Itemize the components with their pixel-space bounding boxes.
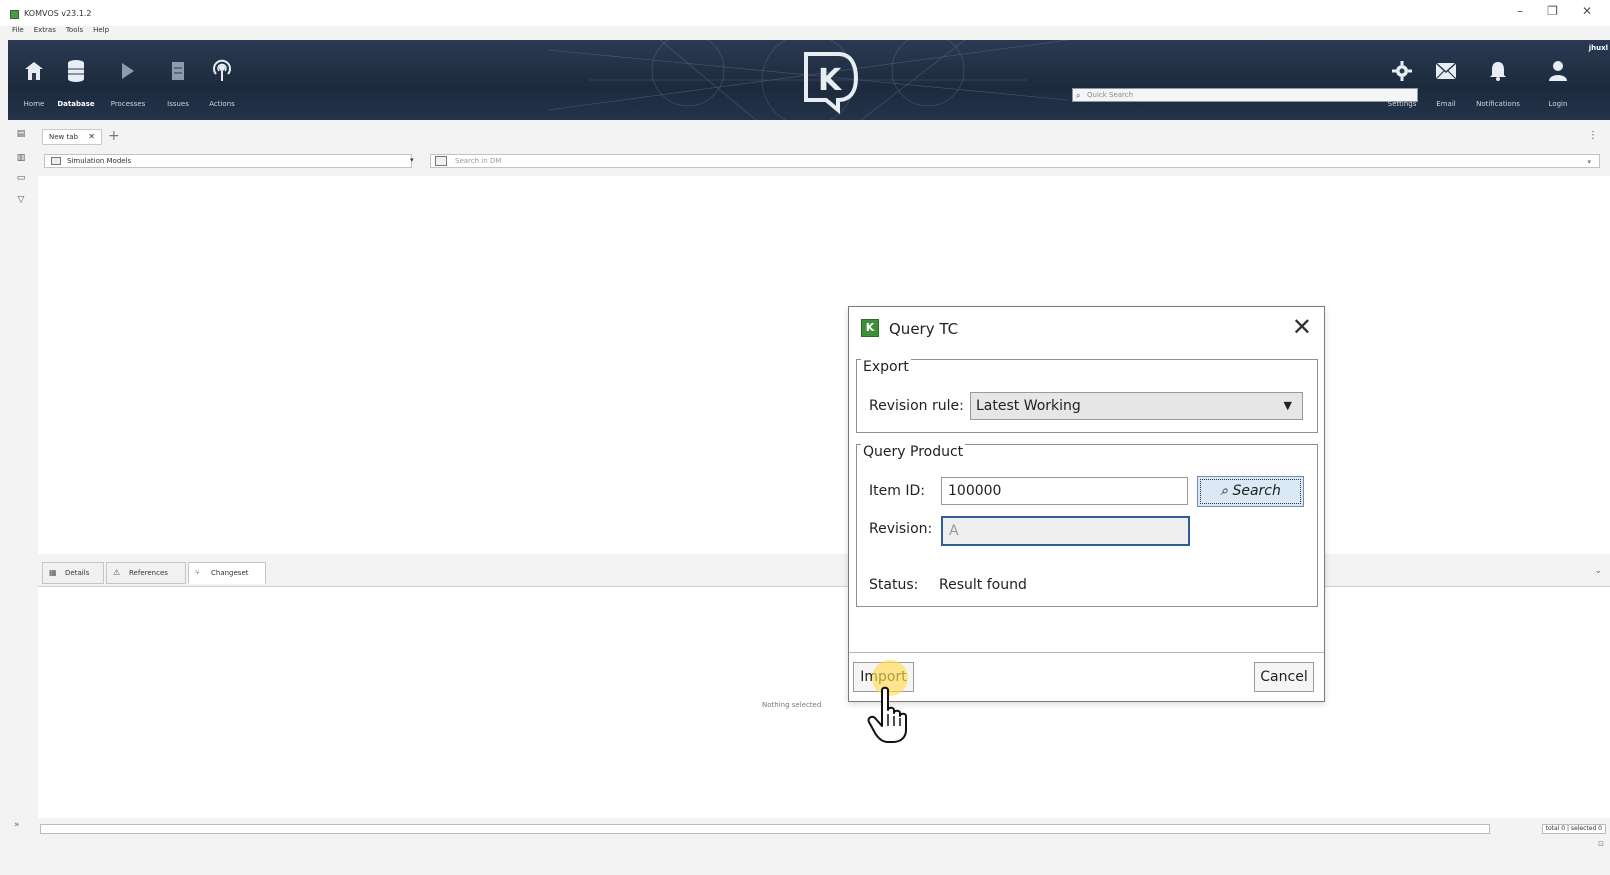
- dm-search-input[interactable]: Search in DM ▾: [430, 154, 1600, 168]
- play-icon: [117, 58, 139, 84]
- menu-help[interactable]: Help: [93, 26, 109, 34]
- dialog-title: Query TC: [889, 320, 959, 338]
- ribbon-database-button[interactable]: Database: [56, 58, 96, 114]
- dialog-app-icon: K: [861, 319, 879, 337]
- home-icon: [23, 58, 45, 84]
- details-icon: ▦: [49, 568, 57, 577]
- empty-state-text: Nothing selected: [762, 701, 822, 709]
- filter-icon[interactable]: ▽: [15, 194, 27, 206]
- folder-icon[interactable]: ▭: [15, 172, 27, 184]
- bottom-tab-bar: ▦ Details ⚠ References ⑂ Changeset ⌄: [38, 560, 1610, 586]
- minimize-button[interactable]: –: [1517, 4, 1523, 18]
- bell-icon: [1487, 58, 1509, 84]
- left-side-toolbar: ▤ ▥ ▭ ▽: [8, 120, 38, 875]
- filter-bar: Simulation Models ▾ Search in DM ▾: [38, 150, 1610, 172]
- menu-tools[interactable]: Tools: [66, 26, 83, 34]
- tab-details[interactable]: ▦ Details: [42, 562, 104, 584]
- chevron-down-icon[interactable]: ⌄: [1594, 566, 1602, 576]
- more-options-icon[interactable]: ⋮: [1588, 130, 1598, 141]
- changeset-icon: ⑂: [195, 568, 200, 577]
- panel-icon[interactable]: ▤: [15, 128, 27, 140]
- window-controls: – ❐ ✕: [1517, 4, 1592, 18]
- search-icon: [435, 156, 447, 166]
- selection-counts: total 0 | selected 0: [1541, 824, 1606, 834]
- ribbon-issues-button[interactable]: Issues: [158, 58, 198, 114]
- ribbon-actions-button[interactable]: Actions: [202, 58, 242, 114]
- main-content-area: [38, 176, 1610, 554]
- revision-input[interactable]: A: [941, 516, 1190, 546]
- close-tab-icon[interactable]: ✕: [88, 130, 95, 144]
- quick-search-input[interactable]: ⌕ Quick Search: [1072, 88, 1418, 102]
- ribbon-notifications-button[interactable]: Notifications: [1476, 58, 1520, 114]
- menu-extras[interactable]: Extras: [34, 26, 56, 34]
- revision-rule-label: Revision rule:: [869, 398, 964, 414]
- app-window: KOMVOS v23.1.2 – ❐ ✕ File Extras Tools H…: [0, 0, 1610, 875]
- status-label: Status:: [869, 577, 919, 593]
- title-bar: KOMVOS v23.1.2 – ❐ ✕: [0, 0, 1610, 26]
- ribbon-toolbar: Home Database Processes Issues Actions K…: [8, 40, 1610, 120]
- user-icon: [1547, 58, 1569, 84]
- ribbon-email-button[interactable]: Email: [1426, 58, 1466, 114]
- ribbon-login-button[interactable]: Login: [1538, 58, 1578, 114]
- status-value: Result found: [939, 577, 1027, 593]
- email-icon: [1435, 58, 1457, 84]
- ribbon-home-button[interactable]: Home: [14, 58, 54, 114]
- issues-icon: [167, 58, 189, 84]
- menu-file[interactable]: File: [12, 26, 24, 34]
- model-icon: [51, 157, 61, 165]
- expand-icon[interactable]: »: [14, 820, 20, 830]
- status-bar: » total 0 | selected 0 ⊡: [8, 818, 1610, 875]
- document-tab-bar: New tab ✕ + ⋮: [38, 128, 1610, 148]
- grip-icon: ⊡: [1598, 840, 1604, 848]
- brand-logo-icon: K: [804, 52, 859, 115]
- add-tab-button[interactable]: +: [108, 128, 120, 144]
- item-id-input[interactable]: 100000: [941, 477, 1188, 505]
- close-window-button[interactable]: ✕: [1582, 4, 1592, 18]
- chevron-down-icon[interactable]: ▾: [1587, 156, 1591, 168]
- menu-bar: File Extras Tools Help: [12, 26, 109, 34]
- maximize-button[interactable]: ❐: [1547, 4, 1558, 18]
- revision-rule-select[interactable]: Latest Working ▼: [970, 392, 1303, 420]
- building-icon[interactable]: ▥: [15, 152, 27, 164]
- status-progress-track: [40, 824, 1490, 834]
- database-icon: [65, 58, 87, 84]
- dialog-separator: [849, 652, 1324, 653]
- search-icon: ⌕: [1076, 91, 1081, 100]
- gear-icon: [1391, 58, 1413, 84]
- references-icon: ⚠: [113, 568, 121, 577]
- broadcast-icon: [211, 58, 233, 84]
- revision-label: Revision:: [869, 521, 933, 537]
- model-type-select[interactable]: Simulation Models: [44, 154, 412, 168]
- cancel-button[interactable]: Cancel: [1254, 662, 1314, 692]
- export-group-legend: Export: [861, 359, 911, 375]
- close-icon[interactable]: ✕: [1292, 314, 1312, 340]
- tab-changeset[interactable]: ⑂ Changeset: [188, 562, 266, 584]
- search-button[interactable]: ⌕ Search: [1197, 476, 1304, 507]
- query-tc-dialog: K Query TC ✕ Export Revision rule: Lates…: [848, 306, 1325, 702]
- chevron-down-icon: ▼: [1283, 399, 1292, 412]
- tab-references[interactable]: ⚠ References: [106, 562, 186, 584]
- query-product-legend: Query Product: [861, 444, 966, 460]
- ribbon-settings-button[interactable]: Settings: [1382, 58, 1422, 114]
- current-user-label: jhuxl: [1588, 44, 1608, 52]
- search-icon: ⌕: [1220, 483, 1228, 499]
- chevron-down-icon[interactable]: ▾: [410, 156, 414, 164]
- ribbon-processes-button[interactable]: Processes: [108, 58, 148, 114]
- query-product-group: Query Product Item ID: 100000 ⌕ Search R…: [856, 444, 1318, 607]
- tab-new-tab[interactable]: New tab ✕: [42, 129, 102, 145]
- item-id-label: Item ID:: [869, 483, 925, 499]
- hand-cursor-icon: [867, 686, 907, 743]
- bottom-panel: Nothing selected: [38, 586, 1610, 818]
- svg-text:K: K: [818, 63, 843, 98]
- window-title: KOMVOS v23.1.2: [24, 9, 92, 18]
- export-group: Export Revision rule: Latest Working ▼: [856, 359, 1318, 433]
- app-logo-icon: [10, 10, 19, 19]
